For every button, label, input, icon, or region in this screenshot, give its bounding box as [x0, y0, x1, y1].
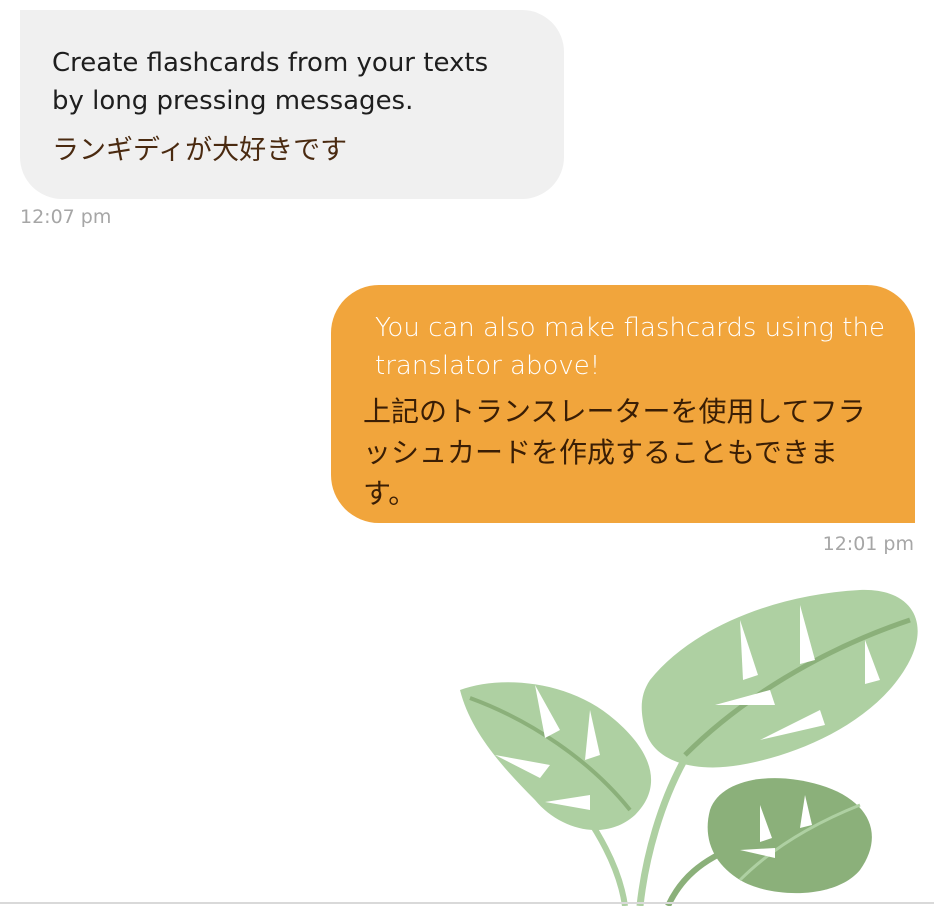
- divider: [0, 902, 934, 904]
- message-text-english: You can also make flashcards using the t…: [375, 313, 885, 381]
- outgoing-message-bubble[interactable]: You can also make flashcards using the t…: [331, 285, 915, 523]
- message-text-japanese: ランギディが大好きです: [52, 135, 348, 166]
- leaf-small: [707, 778, 872, 894]
- message-timestamp: 12:07 pm: [20, 206, 112, 228]
- message-text-english: Create flashcards from your texts by lon…: [52, 48, 489, 116]
- chat-thread: Create flashcards from your texts by lon…: [0, 0, 934, 906]
- monstera-leaves-icon: [460, 589, 918, 906]
- message-timestamp: 12:01 pm: [822, 533, 914, 555]
- incoming-message-bubble[interactable]: Create flashcards from your texts by lon…: [20, 10, 564, 199]
- message-text-japanese: 上記のトランスレーターを使用してフラッシュカードを作成することもできます。: [363, 395, 866, 510]
